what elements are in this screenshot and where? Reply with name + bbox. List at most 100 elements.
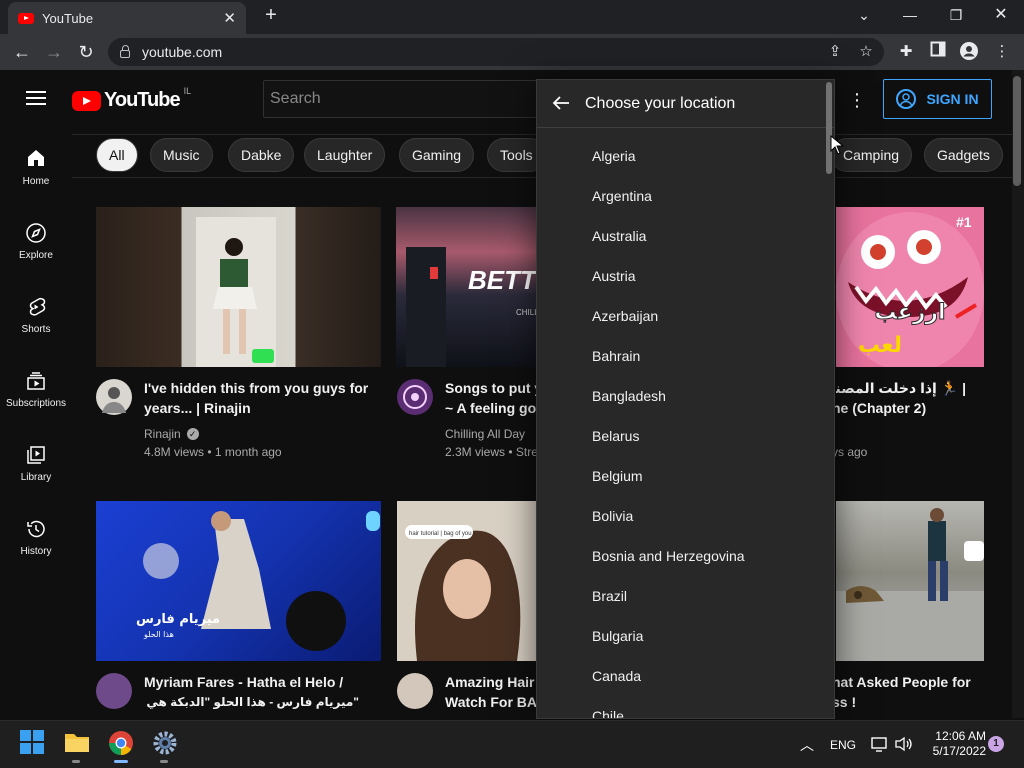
video-thumbnail[interactable] [836,501,984,661]
search-box[interactable] [263,80,543,118]
location-option[interactable]: Bahrain [592,348,640,364]
thumbnail-hair-tip: hair tutorial | bag of you [409,531,472,537]
location-option[interactable]: Belarus [592,428,639,444]
side-panel-icon[interactable] [927,41,949,63]
chip-music[interactable]: Music [150,138,213,172]
bookmark-star-icon[interactable]: ☆ [855,41,877,63]
video-thumbnail[interactable]: #1 ارزعب لعب [836,207,984,367]
logo-country-code: IL [183,85,192,96]
reload-icon[interactable]: ↻ [74,40,98,64]
location-option[interactable]: Bulgaria [592,628,643,644]
language-indicator[interactable]: ENG [830,738,856,752]
location-option[interactable]: Algeria [592,148,636,164]
location-option[interactable]: Belgium [592,468,643,484]
channel-avatar[interactable] [397,673,433,709]
video-title-line: ss ! [832,694,857,710]
chip-gaming[interactable]: Gaming [399,138,475,172]
thumbnail-text-better: BETTE [468,265,536,295]
lock-icon [120,45,130,58]
chip-all[interactable]: All [96,138,138,172]
show-hidden-icons-chevron-icon[interactable]: ︿ [800,735,814,755]
video-title-line: | 🏃 إذا دخلت المصنع هنا [836,380,966,396]
profile-icon[interactable] [958,41,980,63]
sidebar-item-explore[interactable]: Explore [0,222,72,261]
page-scrollbar-thumb[interactable] [1013,76,1021,186]
video-stats: 2.3M views • Stre [445,445,536,459]
channel-name[interactable]: Rinajin ✓ [144,424,199,444]
close-window-icon[interactable]: ✕ [986,4,1016,26]
video-title[interactable]: Amazing Hair T Watch For BAN [445,672,536,712]
account-circle-icon [896,89,917,109]
network-icon[interactable] [871,736,889,757]
video-title-line: hat Asked People for [832,674,971,690]
back-arrow-icon[interactable] [549,92,573,116]
channel-avatar[interactable] [96,673,132,709]
location-option[interactable]: Azerbaijan [592,308,658,324]
address-bar[interactable]: youtube.com [108,38,884,66]
video-title-line: "ميريام فارس - هذا الحلو "الدبكة هي الجو… [144,695,359,709]
location-option[interactable]: Chile [592,708,624,718]
volume-icon[interactable] [895,736,913,757]
browser-tab[interactable]: YouTube ✕ [8,2,246,34]
chip-gadgets[interactable]: Gadgets [924,138,1003,172]
dialog-scrollbar-thumb[interactable] [826,82,832,174]
location-option[interactable]: Canada [592,668,641,684]
restore-icon[interactable]: ❐ [941,4,971,26]
channel-avatar[interactable] [96,379,132,415]
chip-laughter[interactable]: Laughter [304,138,386,172]
location-option[interactable]: Argentina [592,188,652,204]
location-option[interactable]: Australia [592,228,646,244]
forward-arrow-icon[interactable]: → [42,40,66,64]
windows-start-icon[interactable] [20,730,46,756]
channel-avatar[interactable] [397,379,433,415]
sidebar-item-subscriptions[interactable]: Subscriptions [0,370,72,409]
chrome-menu-icon[interactable]: ⋮ [991,41,1013,63]
video-thumbnail[interactable]: BETTE CHILL [396,207,536,367]
file-explorer-icon[interactable] [64,730,90,756]
chrome-icon[interactable] [108,730,134,756]
video-title-line: Watch For BAN [445,694,536,710]
location-option[interactable]: Bangladesh [592,388,666,404]
sidebar-item-library[interactable]: Library [0,444,72,483]
location-option[interactable]: Austria [592,268,636,284]
thumbnail-badge: #1 [956,214,972,230]
sign-in-button[interactable]: SIGN IN [883,79,992,119]
share-icon[interactable]: ⇪ [824,41,846,63]
new-tab-button[interactable]: + [260,4,282,27]
video-title[interactable]: Myriam Fares - Hatha el Helo / "ميريام ف… [144,672,359,712]
tab-close-icon[interactable]: ✕ [223,9,236,27]
mouse-cursor-icon [830,135,844,155]
location-option[interactable]: Bosnia and Herzegovina [592,548,745,564]
thumbnail-myriam-sub: هذا الحلو [143,630,174,639]
sidebar-item-home[interactable]: Home [0,148,72,187]
video-title[interactable]: I've hidden this from you guys for years… [144,378,374,418]
sidebar-item-shorts[interactable]: Shorts [0,296,72,335]
notification-badge[interactable]: 1 [988,736,1004,752]
taskbar-indicator [160,760,168,763]
video-thumbnail[interactable]: hair tutorial | bag of you [397,501,536,661]
chip-dabke[interactable]: Dabke [228,138,295,172]
tab-search-icon[interactable]: ⌄ [849,4,879,26]
back-arrow-icon[interactable]: ← [10,40,34,64]
tab-title: YouTube [42,10,94,26]
minimize-icon[interactable]: — [895,4,925,26]
extensions-puzzle-icon[interactable]: ✚ [895,41,917,63]
video-thumbnail[interactable] [96,207,381,367]
video-title-line: I've hidden this from you guys for [144,380,369,396]
search-input[interactable] [270,90,542,108]
clock-time: 12:06 AM [935,729,986,743]
dialog-header: Choose your location [537,80,834,128]
hamburger-menu-icon[interactable] [26,91,46,105]
video-title[interactable]: Songs to put y ~ A feeling goo [445,378,536,418]
video-title[interactable]: hat Asked People for ss ! [832,672,982,712]
sidebar-item-history[interactable]: History [0,518,72,557]
settings-more-icon[interactable]: ⋮ [848,90,866,110]
youtube-logo[interactable]: YouTube IL [72,85,192,112]
channel-name[interactable]: Chilling All Day [445,424,525,444]
system-clock[interactable]: 12:06 AM 5/17/2022 [920,729,986,759]
location-option[interactable]: Brazil [592,588,627,604]
video-title[interactable]: | 🏃 إذا دخلت المصنع هنا [836,378,966,398]
location-option[interactable]: Bolivia [592,508,633,524]
video-thumbnail[interactable]: ميريام فارس هذا الحلو [96,501,381,661]
settings-gear-icon[interactable] [152,730,178,756]
